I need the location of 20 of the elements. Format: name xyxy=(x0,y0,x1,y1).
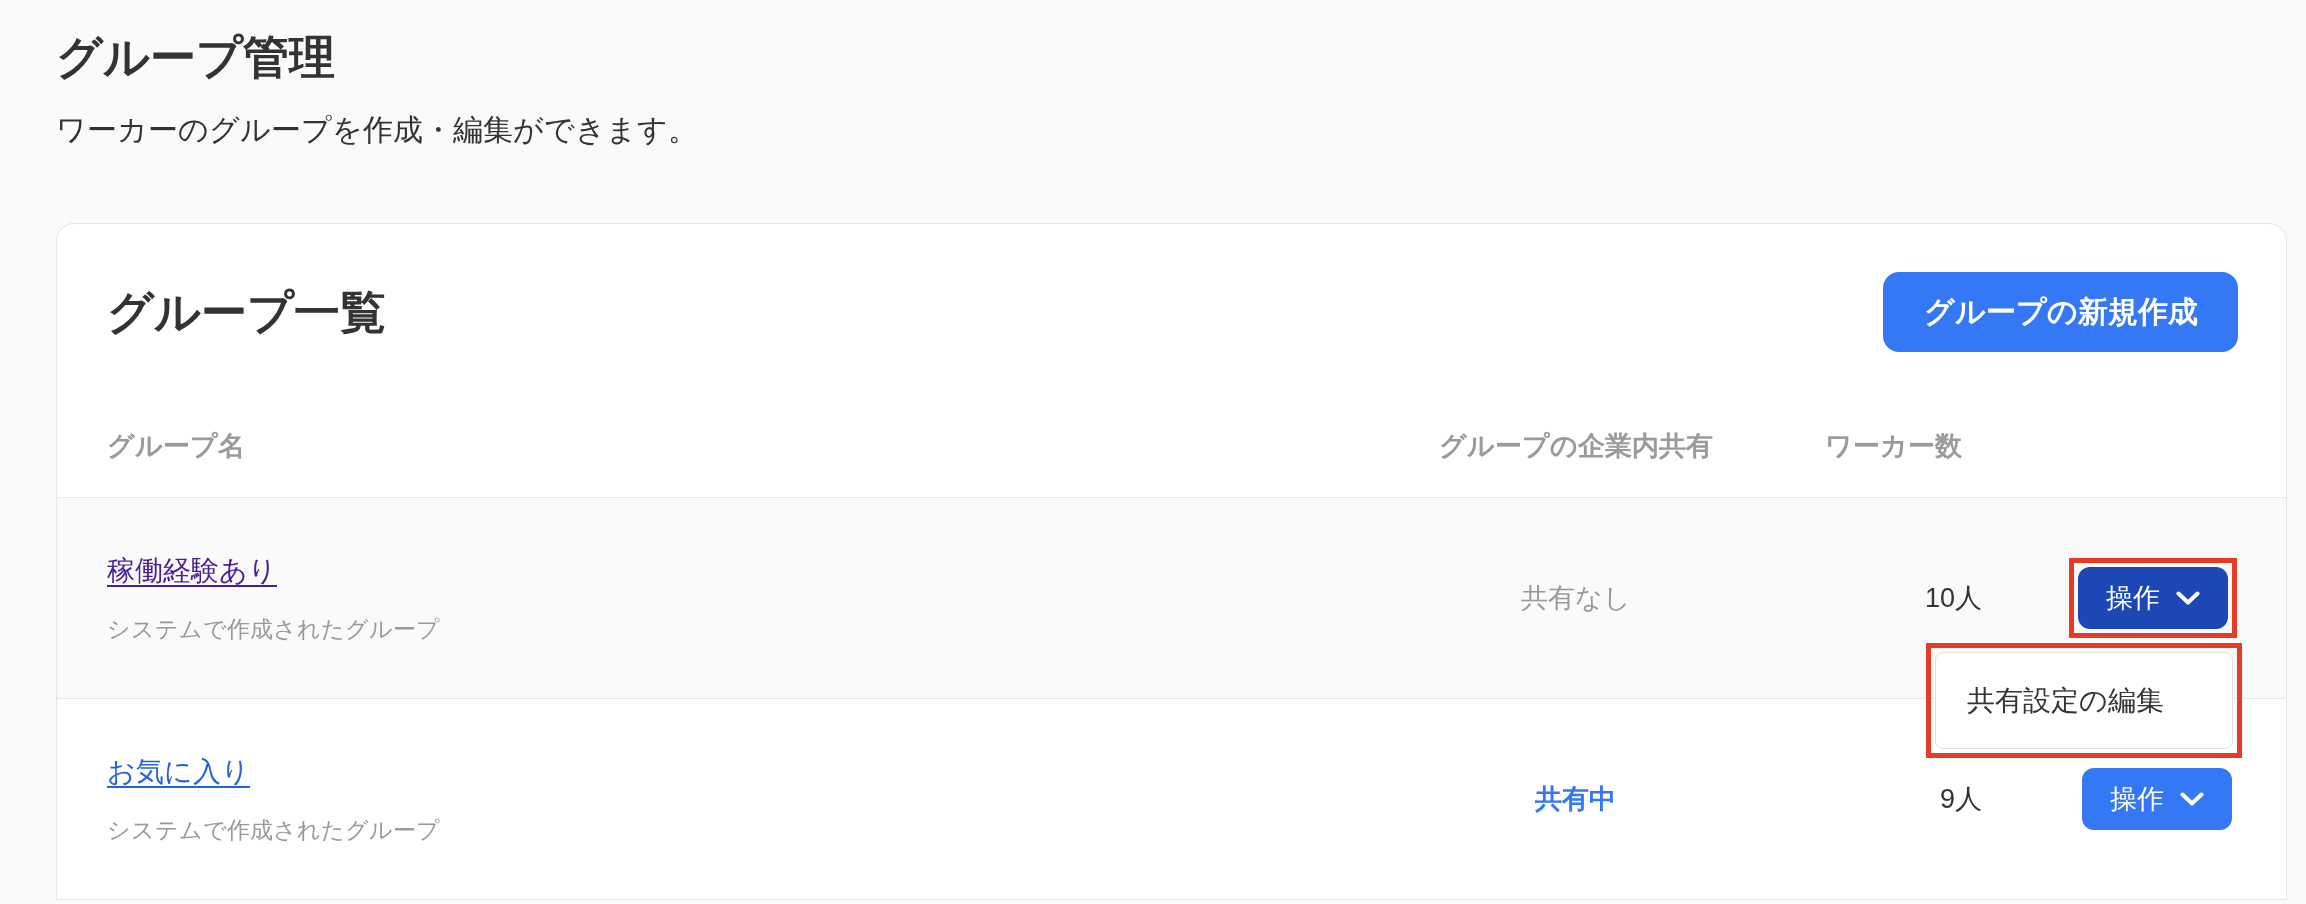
column-header: ワーカー数 xyxy=(1825,431,1962,461)
page-description: ワーカーのグループを作成・編集ができます。 xyxy=(56,112,698,148)
column-header: グループ名 xyxy=(107,431,245,461)
new-group-button[interactable]: グループの新規作成 xyxy=(1883,272,2238,352)
worker-count: 9人 xyxy=(1939,784,1982,814)
card-title: グループ一覧 xyxy=(107,285,386,340)
actions-button[interactable]: 操作 xyxy=(2082,768,2232,830)
column-header: グループの企業内共有 xyxy=(1438,431,1713,461)
worker-count: 10人 xyxy=(1924,583,1982,613)
menu-item[interactable]: 共有設定の編集 xyxy=(1936,661,2232,740)
group-name-link[interactable]: 稼働経験あり xyxy=(107,551,277,591)
sharing-status: 共有中 xyxy=(1535,784,1616,814)
page-title: グループ管理 xyxy=(56,30,335,85)
actions-button[interactable]: 操作 xyxy=(2078,567,2228,629)
group-name-link[interactable]: お気に入り xyxy=(107,752,250,792)
chevron-down-icon xyxy=(2180,792,2204,806)
sharing-status: 共有なし xyxy=(1520,583,1631,613)
group-note: システムで作成されたグループ xyxy=(107,615,440,644)
chevron-down-icon xyxy=(2176,591,2200,605)
group-note: システムで作成されたグループ xyxy=(107,816,440,845)
